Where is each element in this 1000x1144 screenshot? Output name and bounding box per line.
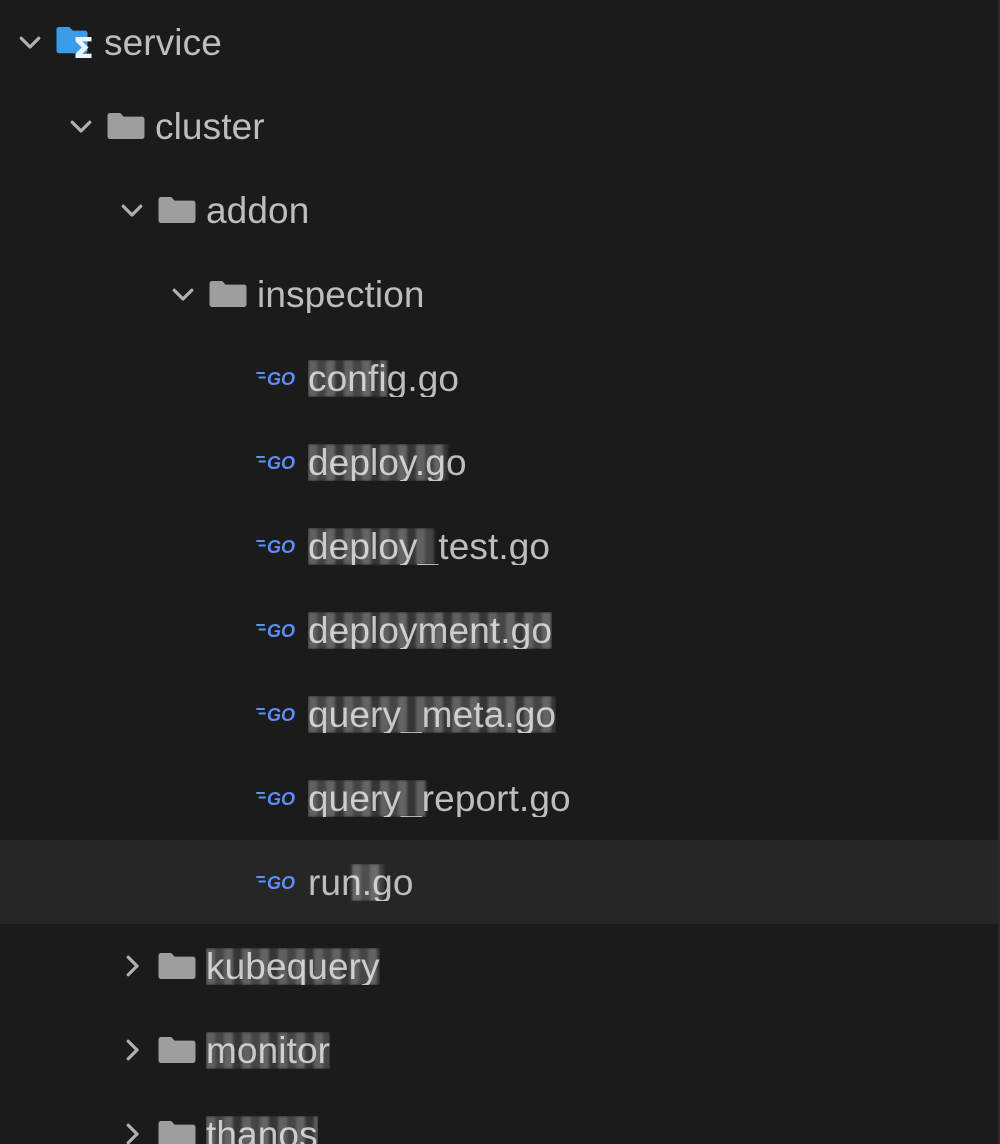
chevron-down-icon[interactable] [110,188,154,232]
folder-name: inspection [257,276,425,313]
file-name: config.go [308,360,459,397]
tree-folder-row[interactable]: kubequery [0,924,998,1008]
tree-folder-row[interactable]: thanos [0,1092,998,1144]
redaction-overlay [352,864,384,901]
chevron-right-icon[interactable] [110,944,154,988]
tree-folder-row[interactable]: addon [0,168,998,252]
folder-icon [154,1112,200,1144]
folder-sigma-icon [52,20,98,64]
file-name: deployment.go [308,612,552,649]
folder-name: addon [206,192,309,229]
svg-text:GO: GO [267,789,295,809]
folder-name: kubequery [206,948,380,985]
redaction-overlay [308,528,434,565]
go-file-icon: GO [256,692,302,736]
svg-text:GO: GO [267,621,295,641]
go-file-icon: GO [256,860,302,904]
file-name: run.go [308,864,414,901]
tree-file-row[interactable]: GO run.go [0,840,998,924]
file-name: deploy.go [308,444,467,481]
tree-file-row[interactable]: GO config.go [0,336,998,420]
go-file-icon: GO [256,608,302,652]
svg-text:GO: GO [267,705,295,725]
folder-name: cluster [155,108,265,145]
svg-text:GO: GO [267,369,295,389]
go-file-icon: GO [256,524,302,568]
chevron-right-icon[interactable] [110,1028,154,1072]
redaction-overlay [206,1032,330,1069]
chevron-down-icon[interactable] [59,104,103,148]
folder-icon [154,188,200,232]
redaction-overlay [308,696,556,733]
tree-file-row[interactable]: GO query_meta.go [0,672,998,756]
redaction-overlay [206,948,380,985]
tree-folder-row[interactable]: inspection [0,252,998,336]
chevron-right-icon[interactable] [110,1112,154,1144]
tree-folder-row[interactable]: cluster [0,84,998,168]
tree-folder-row[interactable]: monitor [0,1008,998,1092]
redaction-overlay [308,444,448,481]
redaction-overlay [308,780,426,817]
file-name: query_report.go [308,780,571,817]
folder-name: thanos [206,1116,318,1144]
chevron-down-icon[interactable] [161,272,205,316]
svg-text:GO: GO [267,453,295,473]
go-file-icon: GO [256,440,302,484]
redaction-overlay [308,612,552,649]
tree-file-row[interactable]: GO deployment.go [0,588,998,672]
folder-icon [103,104,149,148]
tree-file-row[interactable]: GO deploy.go [0,420,998,504]
go-file-icon: GO [256,776,302,820]
tree-file-row[interactable]: GO deploy_test.go [0,504,998,588]
folder-icon [154,944,200,988]
chevron-down-icon[interactable] [8,20,52,64]
redaction-overlay [308,360,387,397]
folder-icon [154,1028,200,1072]
go-file-icon: GO [256,356,302,400]
redaction-overlay [206,1116,318,1144]
svg-text:GO: GO [267,537,295,557]
file-name: deploy_test.go [308,528,550,565]
folder-icon [205,272,251,316]
file-explorer-tree[interactable]: service cluster addon inspection GO config.go… [0,0,1000,1144]
tree-file-row[interactable]: GO query_report.go [0,756,998,840]
folder-name: service [104,24,222,61]
tree-folder-row[interactable]: service [0,0,998,84]
folder-name: monitor [206,1032,330,1069]
file-name: query_meta.go [308,696,556,733]
svg-text:GO: GO [267,873,295,893]
